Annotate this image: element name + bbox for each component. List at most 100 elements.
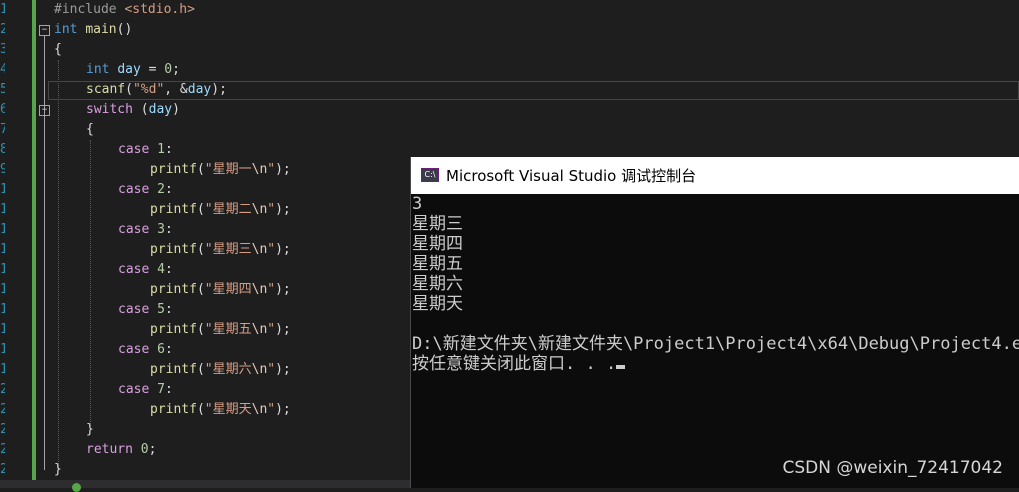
- code-line: }: [86, 422, 94, 437]
- string-token: ": [267, 242, 276, 257]
- punctuation-token: );: [275, 202, 291, 217]
- function-token: printf: [150, 402, 197, 417]
- code-line: #include <stdio.h>: [54, 0, 195, 20]
- string-token: "%d": [132, 82, 165, 97]
- collapse-main-icon[interactable]: −: [39, 25, 50, 36]
- code-line: case 1:: [118, 140, 173, 160]
- line-number: 16: [0, 302, 5, 317]
- console-line: 星期天: [412, 294, 463, 314]
- punctuation-token: (: [196, 322, 205, 337]
- punctuation-token: :: [164, 262, 173, 277]
- string-token: "星期六: [204, 362, 252, 377]
- string-token: "星期一: [204, 162, 252, 177]
- number-token: 4: [157, 262, 165, 277]
- line-number: 19: [0, 362, 5, 377]
- line-number: 7: [0, 122, 5, 137]
- code-line: printf("星期四\n");: [150, 280, 291, 300]
- escape-token: \n: [251, 362, 268, 377]
- punctuation-token: :: [164, 382, 173, 397]
- punctuation-token: :: [164, 222, 173, 237]
- line-number: 1: [0, 2, 5, 17]
- line-number: 15: [0, 282, 5, 297]
- escape-token: \n: [251, 162, 268, 177]
- code-line: printf("星期三\n");: [150, 240, 291, 260]
- console-line: 按任意键关闭此窗口. . .: [412, 354, 626, 374]
- console-line: 星期四: [412, 234, 463, 254]
- punctuation-token: (): [116, 22, 133, 37]
- punctuation-token: );: [275, 162, 291, 177]
- fold-line: [44, 36, 45, 470]
- punctuation-token: (: [196, 282, 205, 297]
- line-number: 8: [0, 142, 5, 157]
- code-line: case 4:: [118, 260, 173, 280]
- punctuation-token: );: [275, 242, 291, 257]
- collapse-switch-icon[interactable]: −: [39, 105, 50, 116]
- punctuation-token: :: [164, 342, 173, 357]
- code-line: case 6:: [118, 340, 173, 360]
- indent-guide: [90, 140, 91, 426]
- console-output[interactable]: 3 星期三 星期四 星期五 星期六 星期天 D:\新建文件夹\新建文件夹\Pro…: [411, 194, 1019, 488]
- line-number: 21: [0, 402, 5, 417]
- console-line: 3: [412, 194, 423, 214]
- function-token: printf: [150, 282, 197, 297]
- function-token: printf: [150, 242, 197, 257]
- number-token: 6: [157, 342, 165, 357]
- code-line: {: [86, 122, 94, 137]
- line-number: 3: [0, 42, 5, 57]
- string-token: "星期四: [204, 282, 252, 297]
- console-line: 星期三: [412, 214, 463, 234]
- variable-token: day: [117, 62, 141, 77]
- code-line: printf("星期天\n");: [150, 400, 291, 420]
- console-prompt-text: 按任意键关闭此窗口. . .: [412, 354, 617, 374]
- string-token: ": [267, 402, 276, 417]
- punctuation-token: (: [196, 402, 205, 417]
- code-line: printf("星期五\n");: [150, 320, 291, 340]
- function-token: printf: [150, 322, 197, 337]
- escape-token: \n: [251, 202, 268, 217]
- punctuation-token: );: [211, 82, 227, 97]
- control-keyword-token: case: [118, 382, 150, 397]
- line-number: 14: [0, 262, 5, 277]
- punctuation-token: (: [196, 242, 205, 257]
- function-token: main: [85, 22, 117, 37]
- operator-token: =: [140, 62, 165, 77]
- punctuation-token: );: [275, 282, 291, 297]
- number-token: 0: [140, 442, 149, 457]
- console-title: Microsoft Visual Studio 调试控制台: [446, 167, 697, 185]
- punctuation-token: );: [275, 322, 291, 337]
- control-keyword-token: case: [118, 342, 150, 357]
- line-number: 2: [0, 22, 5, 37]
- console-line: 星期六: [412, 274, 463, 294]
- control-keyword-token: switch: [86, 102, 133, 117]
- console-titlebar[interactable]: C:\ Microsoft Visual Studio 调试控制台: [411, 157, 1019, 194]
- punctuation-token: :: [164, 142, 173, 157]
- console-line: 星期五: [412, 254, 463, 274]
- string-token: "星期二: [204, 202, 252, 217]
- string-token: "星期三: [204, 242, 252, 257]
- punctuation-token: ;: [172, 62, 180, 77]
- code-line: printf("星期一\n");: [150, 160, 291, 180]
- line-number: 9: [0, 162, 5, 177]
- line-number: 20: [0, 382, 5, 397]
- include-path-token: <stdio.h>: [124, 2, 195, 17]
- code-line: return 0;: [86, 440, 156, 460]
- code-line: {: [54, 42, 62, 57]
- punctuation-token: (: [132, 102, 149, 117]
- string-token: ": [267, 282, 276, 297]
- code-line: }: [54, 462, 62, 477]
- control-keyword-token: case: [118, 182, 150, 197]
- line-number: 23: [0, 442, 5, 457]
- code-line: printf("星期二\n");: [150, 200, 291, 220]
- punctuation-token: (: [196, 202, 205, 217]
- debug-console-window[interactable]: C:\ Microsoft Visual Studio 调试控制台 3 星期三 …: [410, 157, 1019, 488]
- line-number-gutter: 1 2 3 4 5 6 7 8 9 10 11 12 13 14 15 16 1…: [0, 0, 30, 488]
- line-number: 22: [0, 422, 5, 437]
- line-number: 24: [0, 462, 5, 477]
- function-token: printf: [150, 202, 197, 217]
- number-token: 2: [157, 182, 165, 197]
- line-number: 18: [0, 342, 5, 357]
- control-keyword-token: return: [86, 442, 133, 457]
- keyword-token: int: [54, 22, 78, 37]
